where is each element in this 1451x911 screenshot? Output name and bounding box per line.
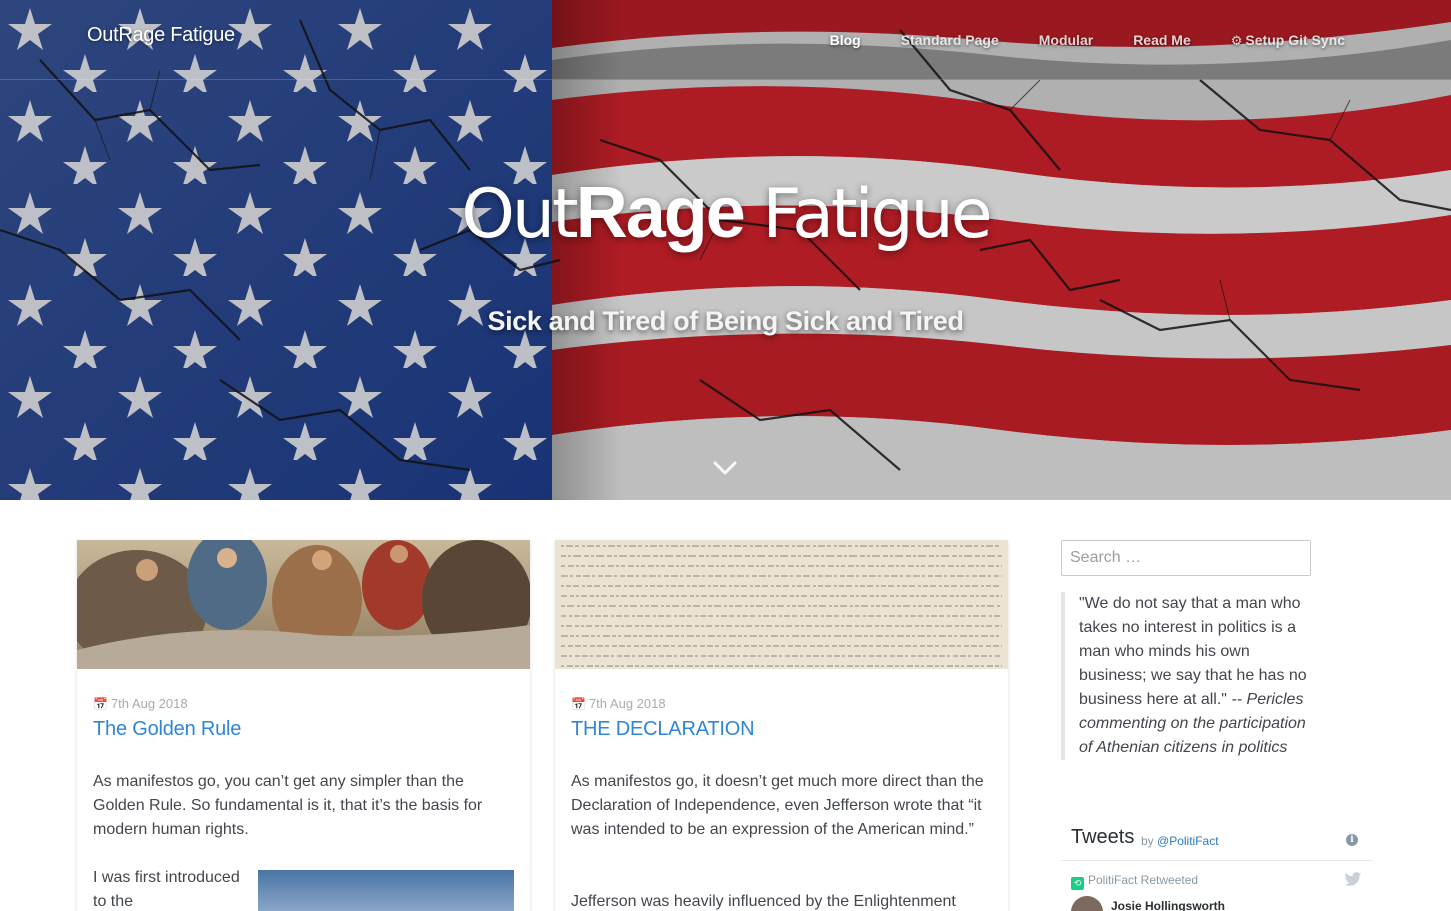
nav-item-blog[interactable]: Blog	[830, 32, 861, 49]
hero-title-rest: Fatigue	[743, 175, 992, 254]
twitter-widget-header: Tweets by @PolitiFact i	[1061, 822, 1373, 861]
gear-icon: ⚙	[1230, 33, 1243, 48]
post-card-golden-rule: 📅 7th Aug 2018 The Golden Rule As manifes…	[77, 540, 530, 911]
tweet-author-name[interactable]: Josie Hollingsworth	[1111, 899, 1225, 911]
calendar-icon: 📅	[571, 697, 586, 711]
tweets-title: Tweets	[1071, 826, 1135, 848]
nav-item-setup-git-sync-label: Setup Git Sync	[1245, 32, 1345, 48]
post-excerpt-continued: I was first introduced to the	[93, 869, 240, 910]
twitter-bird-icon[interactable]	[1344, 872, 1362, 887]
main-nav: Blog Standard Page Modular Read Me ⚙ Setu…	[790, 32, 1345, 49]
post-image-golden-rule[interactable]	[77, 540, 530, 669]
logo-light-text: Out	[87, 24, 119, 46]
post-image-declaration[interactable]	[555, 540, 1008, 669]
post-title-link[interactable]: The Golden Rule	[93, 718, 241, 741]
site-logo[interactable]: OutRage Fatigue	[87, 24, 235, 47]
post-title-link[interactable]: THE DECLARATION	[571, 718, 755, 741]
chevron-down-icon[interactable]	[711, 458, 739, 478]
tweets-by-label: by	[1141, 834, 1158, 848]
post-excerpt: As manifestos go, you can’t get any simp…	[93, 773, 483, 838]
logo-rest-text: Fatigue	[164, 24, 235, 46]
nav-item-setup-git-sync[interactable]: ⚙ Setup Git Sync	[1231, 32, 1345, 49]
hero-subtitle: Sick and Tired of Being Sick and Tired	[487, 306, 964, 336]
hero-banner: OutRage Fatigue Blog Standard Page Modul…	[0, 0, 1451, 500]
post-excerpt-continued: Jefferson was heavily influenced by the …	[571, 893, 956, 910]
nav-item-standard-page[interactable]: Standard Page	[901, 32, 999, 49]
avatar[interactable]	[1071, 896, 1103, 911]
retweet-label: PolitiFact Retweeted	[1088, 873, 1199, 887]
hero-title-bold: Rage	[575, 173, 746, 253]
post-date: 📅 7th Aug 2018	[93, 696, 188, 711]
retweet-indicator: ⟲ PolitiFact Retweeted	[1071, 873, 1198, 890]
hero-title: OutRage Fatigue	[0, 172, 1451, 254]
post-inline-image	[258, 870, 514, 911]
post-excerpt: As manifestos go, it doesn’t get much mo…	[571, 773, 984, 838]
search-input[interactable]	[1061, 540, 1311, 576]
post-date: 📅 7th Aug 2018	[571, 696, 666, 711]
nav-item-read-me[interactable]: Read Me	[1133, 32, 1191, 49]
post-date-text: 7th Aug 2018	[110, 696, 188, 711]
info-icon[interactable]: i	[1346, 834, 1358, 846]
sidebar-quote: "We do not say that a man who takes no i…	[1061, 592, 1321, 760]
nav-item-modular[interactable]: Modular	[1039, 32, 1093, 49]
calendar-icon: 📅	[93, 697, 108, 711]
post-card-declaration: 📅 7th Aug 2018 THE DECLARATION As manifes…	[555, 540, 1008, 911]
hero-title-light: Out	[461, 175, 578, 254]
top-navbar: OutRage Fatigue Blog Standard Page Modul…	[0, 0, 1451, 80]
tweets-by-line: by @PolitiFact	[1141, 834, 1219, 848]
tweets-handle-link[interactable]: @PolitiFact	[1157, 834, 1219, 848]
logo-strong-text: Rage	[118, 24, 165, 46]
post-date-text: 7th Aug 2018	[588, 696, 666, 711]
retweet-icon: ⟲	[1071, 877, 1084, 890]
